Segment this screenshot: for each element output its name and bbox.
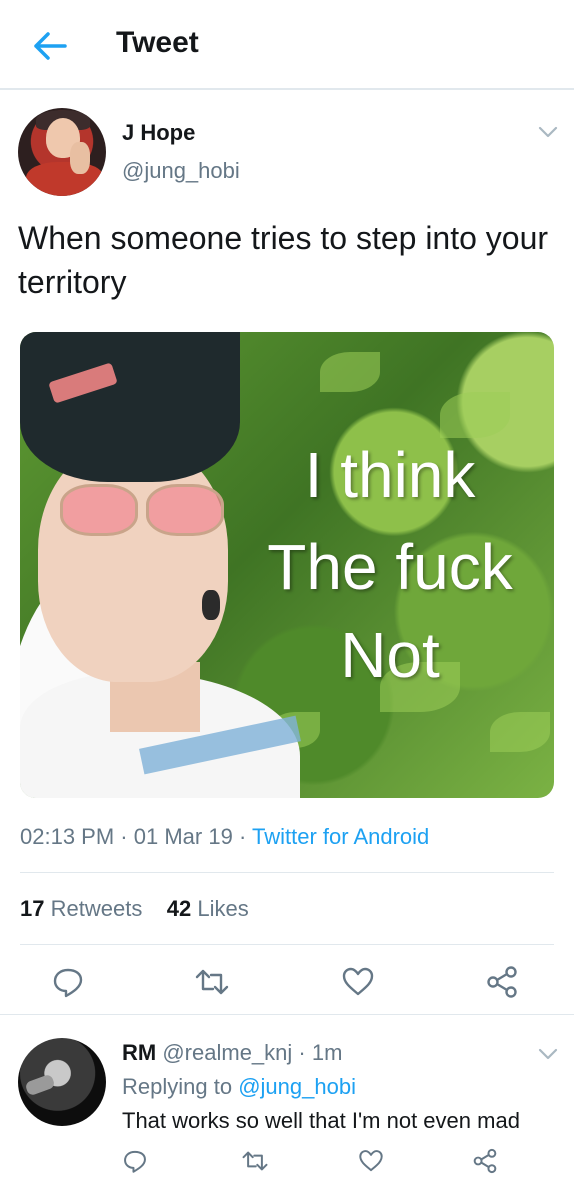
retweet-button[interactable] [240,1146,270,1176]
retweet-button[interactable] [194,964,230,1000]
reply-author-name[interactable]: RM [122,1040,156,1065]
avatar[interactable] [18,1038,106,1126]
chevron-down-icon[interactable] [536,122,560,142]
tweet-meta: 02:13 PM · 01 Mar 19 · Twitter for Andro… [20,824,430,849]
reply-button[interactable] [50,964,86,1000]
share-button[interactable] [484,964,520,1000]
reply-text: That works so well that I'm not even mad [122,1108,520,1133]
tweet-text: When someone tries to step into your ter… [18,220,549,300]
replying-to-handle[interactable]: @jung_hobi [238,1074,356,1099]
reply-actions [0,1144,574,1188]
meme-text-line: I think [304,439,476,511]
replying-to: Replying to @jung_hobi [122,1074,356,1100]
reply-tweet[interactable]: RM @realme_knj · 1m Replying to @jung_ho… [0,1018,574,1200]
share-icon [473,1148,497,1174]
meme-text-line: Not [340,619,440,691]
reply-icon [124,1150,146,1173]
avatar[interactable] [18,108,106,196]
back-button[interactable] [28,26,72,66]
chevron-down-icon[interactable] [536,1044,560,1064]
like-button[interactable] [356,1146,386,1176]
retweets-stat[interactable]: 17 Retweets [20,896,142,921]
tweet-image[interactable]: I think The fuck Not [20,332,554,798]
share-icon [487,966,517,998]
tweet-source[interactable]: Twitter for Android [252,824,429,849]
tweet-actions [0,956,574,1006]
divider [0,1014,574,1015]
share-button[interactable] [470,1146,500,1176]
likes-stat[interactable]: 42 Likes [167,896,249,921]
reply-time: 1m [311,1040,343,1065]
reply-button[interactable] [120,1146,150,1176]
reply-icon [53,968,83,998]
page-title: Tweet [116,26,199,59]
top-bar: Tweet [0,0,574,90]
replying-to-label: Replying to [122,1074,233,1099]
tweet-date: 01 Mar 19 [133,824,233,849]
tweet-time: 02:13 PM [20,824,115,849]
like-icon [359,1150,383,1172]
divider [20,944,554,945]
retweet-icon [242,1151,268,1171]
author-handle[interactable]: @jung_hobi [122,158,240,184]
like-icon [342,967,374,996]
like-button[interactable] [340,964,376,1000]
divider [20,872,554,873]
reply-author-handle[interactable]: @realme_knj [162,1040,292,1065]
retweet-icon [195,969,229,995]
arrow-left-icon [34,32,67,60]
tweet-stats: 17 Retweets 42 Likes [20,896,249,922]
meme-text-line: The fuck [267,531,513,603]
author-name[interactable]: J Hope [122,120,195,146]
reply-author[interactable]: RM @realme_knj · 1m [122,1040,342,1066]
